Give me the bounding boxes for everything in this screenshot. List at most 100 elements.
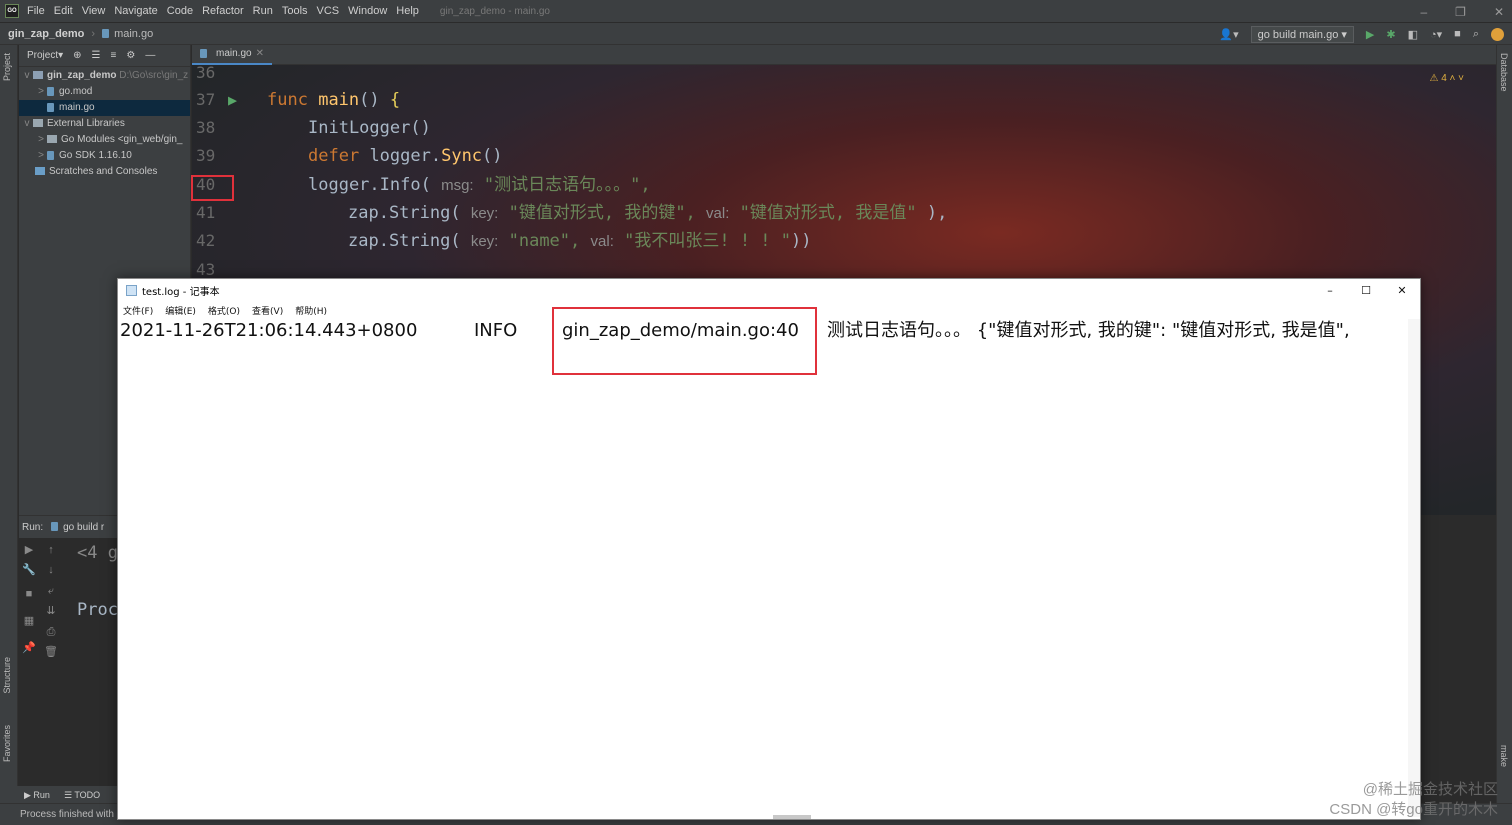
run-tool-tab[interactable]: ▶ Run — [24, 790, 50, 801]
hide-icon[interactable]: — — [145, 50, 155, 61]
tree-item-external-libraries[interactable]: v External Libraries — [19, 116, 190, 132]
minimize-icon[interactable]: – — [1312, 279, 1348, 301]
project-view-select[interactable]: Project▾ — [27, 50, 63, 61]
run-config-tab[interactable]: go build r — [51, 522, 104, 533]
string-literal: "测试日志语句。。。", — [483, 175, 651, 195]
close-icon[interactable]: ✕ — [1494, 5, 1504, 19]
scroll-down-icon[interactable]: ↓ — [44, 563, 58, 577]
function-name: Sync — [441, 146, 483, 166]
trash-icon[interactable]: 🗑 — [44, 645, 58, 659]
todo-tab-label: TODO — [74, 789, 101, 800]
tree-path: D:\Go\src\gin_z — [119, 70, 189, 81]
print-icon[interactable]: ⎙ — [44, 625, 58, 639]
scroll-up-icon[interactable]: ↑ — [44, 543, 58, 557]
notepad-menu-format[interactable]: 格式(O) — [208, 304, 240, 317]
notepad-menu-help[interactable]: 帮助(H) — [295, 304, 327, 317]
notepad-text-area[interactable]: 2021-11-26T21:06:14.443+0800 INFO gin_za… — [120, 319, 1406, 817]
tree-label: Scratches and Consoles — [49, 166, 158, 177]
make-tool-tab[interactable]: make — [1499, 745, 1509, 767]
menu-window[interactable]: Window — [348, 5, 387, 17]
menu-refactor[interactable]: Refactor — [202, 5, 244, 17]
project-tool-tab[interactable]: Project — [2, 53, 12, 81]
settings-icon[interactable]: ⚙ — [126, 50, 135, 61]
tree-item-go-sdk[interactable]: > Go SDK 1.16.10 — [19, 148, 190, 164]
close-icon[interactable]: ✕ — [1384, 279, 1420, 301]
menu-run[interactable]: Run — [253, 5, 273, 17]
maximize-icon[interactable]: ☐ — [1348, 279, 1384, 301]
right-tool-stripe: Database make — [1496, 45, 1512, 805]
tree-label: go.mod — [59, 86, 93, 97]
ide-window-controls: – ❐ ✕ — [1420, 0, 1504, 23]
notepad-vertical-scrollbar[interactable] — [1408, 319, 1420, 817]
stop-icon[interactable]: ■ — [22, 587, 36, 601]
notepad-menu-view[interactable]: 查看(V) — [252, 304, 283, 317]
structure-tool-tab[interactable]: Structure — [2, 657, 12, 694]
layout-icon[interactable]: ▦ — [22, 614, 36, 628]
todo-tool-tab[interactable]: ☰ TODO — [64, 790, 100, 801]
menu-file[interactable]: File — [27, 5, 45, 17]
rerun-icon[interactable]: ▶ — [22, 543, 36, 557]
scroll-to-end-icon[interactable]: ⇊ — [44, 604, 58, 618]
line-number: 36 — [196, 63, 216, 82]
database-tool-tab[interactable]: Database — [1499, 53, 1509, 92]
tree-item-project-root[interactable]: v gin_zap_demo D:\Go\src\gin_z — [19, 68, 190, 84]
run-configuration-select[interactable]: go build main.go ▾ — [1250, 25, 1354, 43]
debug-icon[interactable]: ✱ — [1386, 28, 1395, 41]
chevron-right-icon[interactable]: > — [35, 148, 47, 164]
notification-icon[interactable] — [1491, 27, 1504, 41]
run-gutter-icon[interactable]: ▶ — [228, 86, 237, 114]
notepad-menu-edit[interactable]: 编辑(E) — [165, 304, 196, 317]
pin-icon[interactable]: 📌 — [22, 641, 36, 655]
notepad-icon — [126, 284, 137, 296]
menu-edit[interactable]: Edit — [54, 5, 73, 17]
tab-label: main.go — [216, 48, 252, 59]
console-output-line: Proc — [77, 600, 118, 620]
collapse-all-icon[interactable]: ≡ — [111, 50, 117, 61]
menu-vcs[interactable]: VCS — [317, 5, 340, 17]
coverage-icon[interactable]: ◧ — [1408, 28, 1418, 41]
watermark-line: @稀土掘金技术社区 — [1362, 781, 1498, 798]
notepad-window-controls: – ☐ ✕ — [1312, 279, 1420, 301]
run-tab-label: Run — [33, 789, 50, 800]
chevron-right-icon[interactable]: > — [35, 84, 47, 100]
minimize-icon[interactable]: – — [1420, 5, 1427, 19]
chevron-down-icon[interactable]: v — [21, 116, 33, 132]
soft-wrap-icon[interactable]: ⤶ — [44, 584, 58, 598]
breadcrumb-project[interactable]: gin_zap_demo — [8, 28, 84, 40]
tree-item-main-go[interactable]: main.go — [19, 100, 190, 116]
breadcrumb-file[interactable]: main.go — [114, 28, 153, 40]
menu-help[interactable]: Help — [396, 5, 419, 17]
stop-icon[interactable]: ■ — [1454, 28, 1461, 40]
tree-item-go-modules[interactable]: > Go Modules <gin_web/gin_ — [19, 132, 190, 148]
close-tab-icon[interactable]: ✕ — [256, 48, 264, 59]
ide-menu-bar: GO File Edit View Navigate Code Refactor… — [0, 0, 1512, 23]
notepad-menu-file[interactable]: 文件(F) — [123, 304, 153, 317]
menu-code[interactable]: Code — [167, 5, 193, 17]
menu-navigate[interactable]: Navigate — [114, 5, 157, 17]
editor-tab-bar: main.go ✕ — [192, 45, 1496, 65]
wrench-icon[interactable]: 🔧 — [22, 563, 36, 577]
menu-tools[interactable]: Tools — [282, 5, 308, 17]
warnings-indicator[interactable]: ⚠ 4 ˄ ˅ — [1429, 73, 1464, 84]
locate-icon[interactable]: ⊕ — [73, 50, 81, 61]
search-icon[interactable]: ⌕ — [1473, 28, 1479, 41]
goland-logo-icon: GO — [5, 4, 19, 18]
navigation-bar: gin_zap_demo › main.go 👤▾ go build main.… — [0, 23, 1512, 45]
profile-icon[interactable]: ◔▾ — [1430, 28, 1442, 41]
code-text: logger. — [369, 146, 442, 166]
chevron-right-icon[interactable]: > — [35, 132, 47, 148]
run-icon[interactable]: ▶ — [1366, 28, 1374, 41]
restore-icon[interactable]: ❐ — [1455, 5, 1466, 19]
tree-item-go-mod[interactable]: > go.mod — [19, 84, 190, 100]
expand-all-icon[interactable]: ☰ — [92, 50, 101, 61]
chevron-down-icon[interactable]: v — [21, 68, 33, 84]
menu-view[interactable]: View — [82, 5, 106, 17]
caller-highlight-box — [552, 307, 817, 375]
string-literal: "我不叫张三! ! ! " — [624, 231, 791, 251]
notepad-horizontal-scrollbar[interactable] — [773, 815, 811, 819]
favorites-tool-tab[interactable]: Favorites — [2, 725, 12, 762]
code-text: )) — [791, 231, 812, 251]
notepad-title-bar: test.log - 记事本 – ☐ ✕ — [118, 279, 1420, 301]
tree-item-scratches[interactable]: Scratches and Consoles — [19, 164, 190, 180]
user-icon[interactable]: 👤▾ — [1219, 28, 1238, 41]
